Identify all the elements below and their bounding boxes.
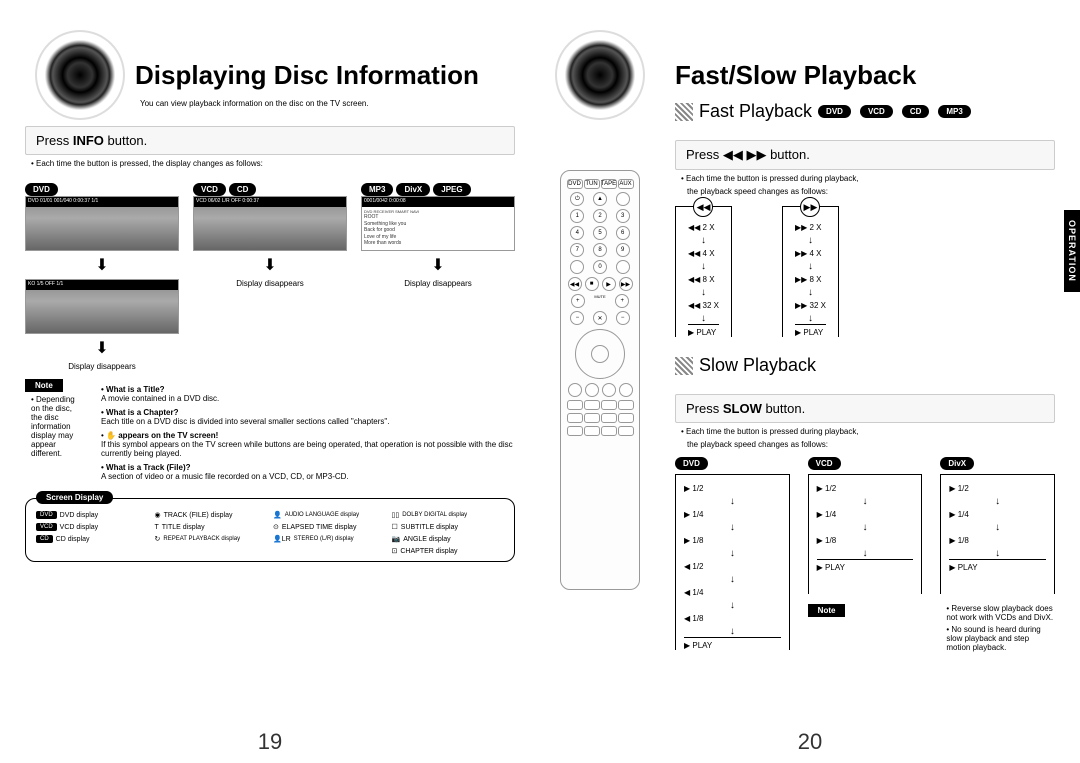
rewind-fwd-icon: ◀◀ ▶▶ [723, 147, 767, 162]
press-info-note: • Each time the button is pressed, the d… [25, 159, 515, 168]
note-label: Note [808, 604, 846, 617]
arrow-down-icon: ↓ [688, 235, 719, 246]
repeat-icon: ↻ [155, 535, 161, 543]
col-mp3: MP3DivXJPEG 0001/0042 0:00:08 DVD RECEIV… [361, 171, 515, 371]
track-icon: ◉ [155, 511, 161, 519]
forward-icon: ▶▶ [800, 197, 820, 217]
rewind-icon: ◀◀ [693, 197, 713, 217]
screen-display-title: Screen Display [36, 491, 113, 504]
remote-control-illustration: DVDTUNTAPEAUX ⏻▲ 123 456 789 0 ◀◀■▶▶▶ +M… [560, 170, 640, 590]
tag-mp3: MP3 [361, 183, 393, 196]
forward-speed-col: ▶▶ ▶▶ 2 X ↓ ▶▶ 4 X ↓ ▶▶ 8 X ↓ ▶▶ 32 X ↓ … [782, 206, 839, 337]
arrow-down-icon: ⬇ [193, 255, 347, 275]
page-number-right: 20 [798, 729, 822, 755]
tag-vcd: VCD [193, 183, 226, 196]
hand-icon: ✋ [106, 431, 116, 440]
col-vcd-cd: VCDCD VCD 06/02 L/R OFF 0:00:37 ⬇ Displa… [193, 171, 347, 371]
remote-rew-button[interactable]: ◀◀ [568, 277, 582, 291]
slow-col-vcd: VCD ▶ 1/2↓ ▶ 1/4↓ ▶ 1/8↓ ▶ PLAY Note [808, 457, 923, 652]
slow-playback-heading: Slow Playback [675, 355, 1055, 376]
time-icon: ⊙ [273, 523, 279, 531]
page-title-left: Displaying Disc Information [135, 60, 515, 91]
remote-slow-button[interactable] [618, 400, 634, 410]
page-right: Fast/Slow Playback OPERATION DVDTUNTAPEA… [540, 0, 1080, 763]
page-number-left: 19 [258, 729, 282, 755]
arrow-down-icon: ⬇ [25, 255, 179, 275]
chapter-icon: ⊡ [392, 547, 398, 555]
title-icon: T [155, 524, 159, 531]
press-info-box: Press INFO button. [25, 126, 515, 155]
rewind-speed-col: ◀◀ ◀◀ 2 X ↓ ◀◀ 4 X ↓ ◀◀ 8 X ↓ ◀◀ 32 X ↓ … [675, 206, 732, 337]
press-slow-box: Press SLOW button. [675, 394, 1055, 423]
page-title-right: Fast/Slow Playback [675, 60, 1055, 91]
thumbnail-vcd: VCD 06/02 L/R OFF 0:00:37 [193, 196, 347, 251]
thumbnail-mp3: 0001/0042 0:00:08 DVD RECEIVER SMART NAV… [361, 196, 515, 251]
lr-icon: 👤LR [273, 535, 291, 543]
remote-nav-pad[interactable] [575, 329, 625, 379]
speaker-decor-icon [45, 40, 115, 110]
fast-speed-columns: ◀◀ ◀◀ 2 X ↓ ◀◀ 4 X ↓ ◀◀ 8 X ↓ ◀◀ 32 X ↓ … [675, 206, 1055, 337]
operation-tab: OPERATION [1064, 210, 1080, 292]
remote-power-button[interactable]: ⏻ [570, 192, 584, 206]
press-fast-box: Press ◀◀ ▶▶ button. [675, 140, 1055, 170]
display-disappears-text: Display disappears [361, 279, 515, 288]
thumbnail-dvd-2: KO 1/5 OFF 1/1 [25, 279, 179, 334]
dolby-icon: ▯▯ [392, 511, 400, 519]
remote-info-button[interactable] [568, 383, 582, 397]
tag-dvd: DVD [25, 183, 58, 196]
display-disappears-text: Display disappears [25, 362, 179, 371]
definitions-area: Note • Depending on the disc, the disc i… [25, 379, 515, 486]
fast-playback-heading: Fast Playback DVD VCD CD MP3 [675, 101, 1055, 122]
tag-cd: CD [229, 183, 257, 196]
slow-col-divx: DivX ▶ 1/2↓ ▶ 1/4↓ ▶ 1/8↓ ▶ PLAY • Rever… [940, 457, 1055, 652]
slow-speed-columns: DVD ▶ 1/2↓ ▶ 1/4↓ ▶ 1/8↓ ◀ 1/2↓ ◀ 1/4↓ ◀… [675, 457, 1055, 652]
note-label: Note [25, 379, 63, 392]
disc-columns: DVD DVD 01/01 001/040 0:00:37 1/1 ⬇ KO 1… [25, 171, 515, 371]
display-disappears-text: Display disappears [193, 279, 347, 288]
mp3-file-list: DVD RECEIVER SMART NAVI ROOT Something l… [362, 207, 514, 249]
press-info-label: Press INFO button. [36, 133, 147, 148]
tag-jpeg: JPEG [433, 183, 470, 196]
thumbnail-dvd-1: DVD 01/01 001/040 0:00:37 1/1 [25, 196, 179, 251]
speaker-decor-icon [565, 40, 635, 110]
col-dvd: DVD DVD 01/01 001/040 0:00:37 1/1 ⬇ KO 1… [25, 171, 179, 371]
chevron-icon [675, 103, 693, 121]
remote-dvd-button[interactable]: DVD [567, 179, 583, 189]
page-subtitle: You can view playback information on the… [140, 99, 515, 108]
angle-icon: 📷 [392, 535, 401, 543]
manual-spread: Displaying Disc Information You can view… [0, 0, 1080, 763]
page-left: Displaying Disc Information You can view… [0, 0, 540, 763]
tag-divx: DivX [396, 183, 430, 196]
subtitle-icon: ☐ [392, 523, 398, 531]
screen-display-box: Screen Display DVDDVD display ◉TRACK (FI… [25, 498, 515, 562]
right-content: Fast Playback DVD VCD CD MP3 Press ◀◀ ▶▶… [675, 101, 1055, 652]
slow-col-dvd: DVD ▶ 1/2↓ ▶ 1/4↓ ▶ 1/8↓ ◀ 1/2↓ ◀ 1/4↓ ◀… [675, 457, 790, 652]
chevron-icon [675, 357, 693, 375]
audio-icon: 👤 [273, 511, 282, 519]
arrow-down-icon: ⬇ [25, 338, 179, 358]
arrow-down-icon: ⬇ [361, 255, 515, 275]
note-text: • Depending on the disc, the disc inform… [25, 395, 85, 458]
remote-fwd-button[interactable]: ▶▶ [619, 277, 633, 291]
